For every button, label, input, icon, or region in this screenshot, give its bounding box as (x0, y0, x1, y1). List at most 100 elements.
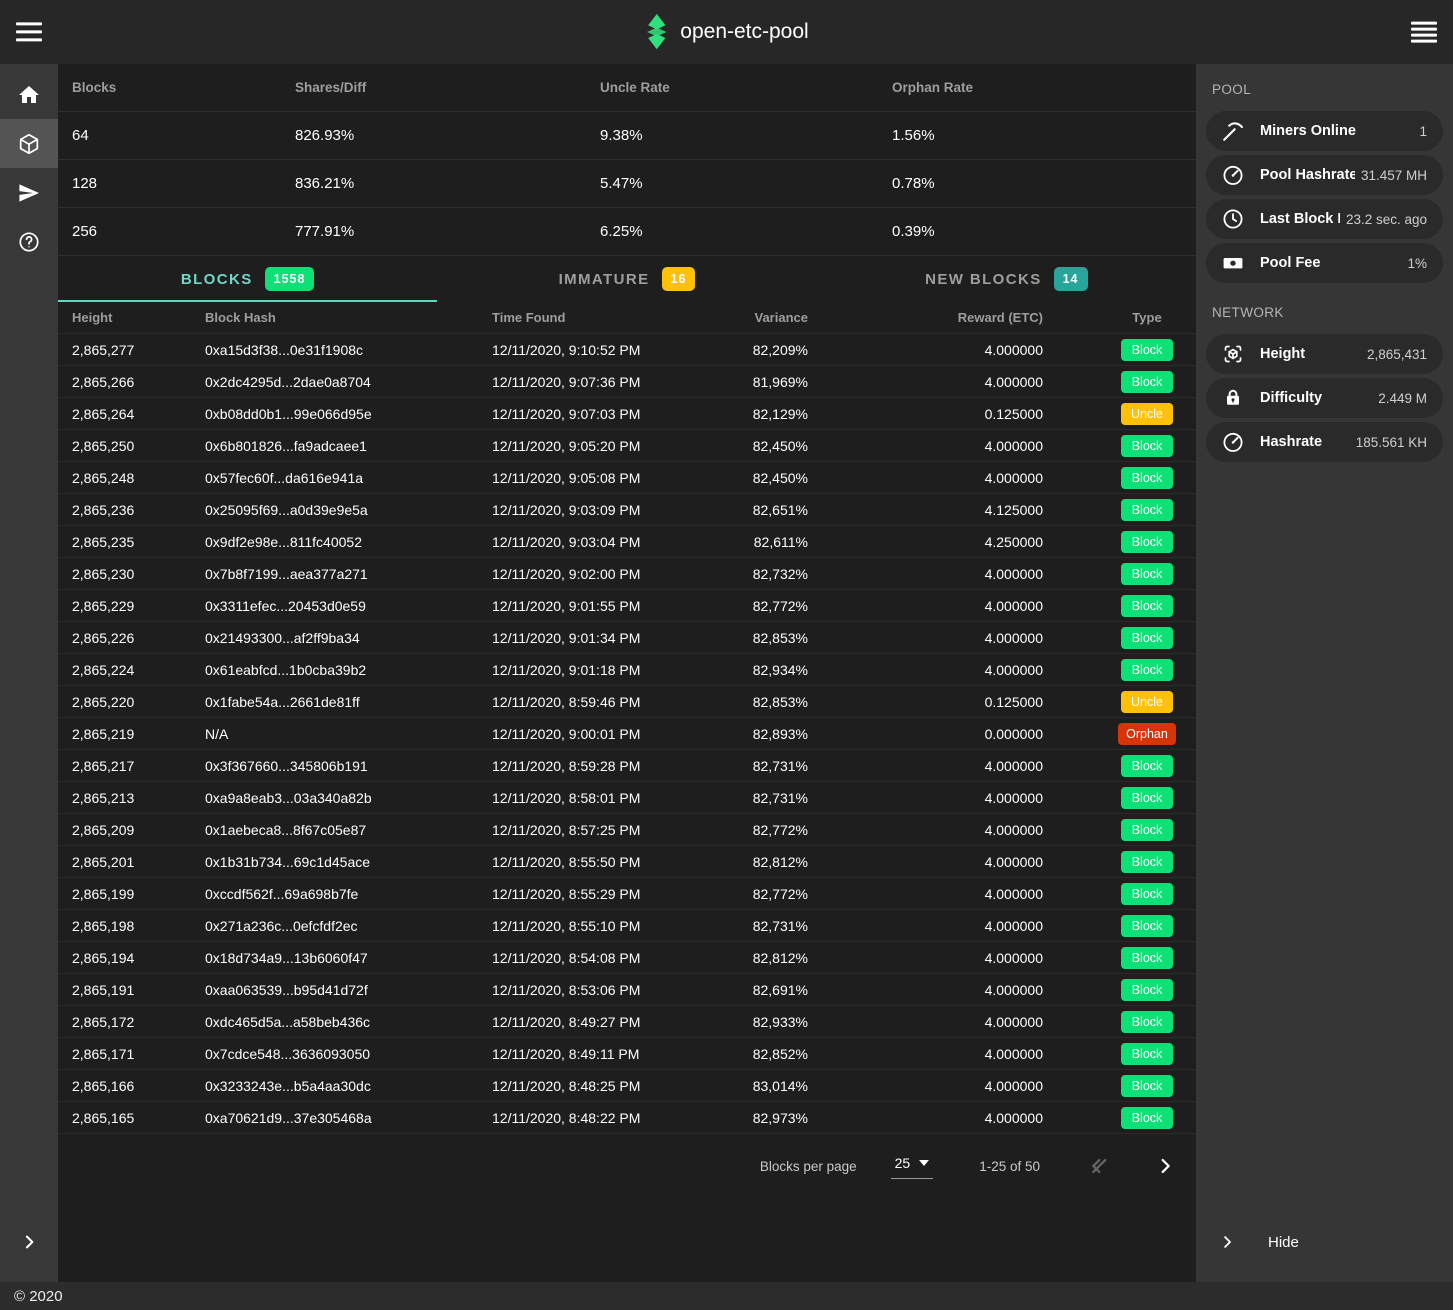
block-time: 12/11/2020, 8:48:22 PM (478, 1110, 718, 1126)
block-height: 2,865,171 (58, 1046, 191, 1062)
stats-cell: 256 (58, 223, 281, 240)
sidebar-item-help[interactable] (0, 217, 58, 266)
block-row: 2,865,1710x7cdce548...363609305012/11/20… (58, 1038, 1196, 1070)
block-hash-link[interactable]: 0x9df2e98e...811fc40052 (191, 534, 478, 550)
block-reward: 4.250000 (818, 534, 1098, 550)
block-row: 2,865,1660x3233243e...b5a4aa30dc12/11/20… (58, 1070, 1196, 1102)
block-row: 2,865,2170x3f367660...345806b19112/11/20… (58, 750, 1196, 782)
sidebar-item-cube[interactable] (0, 119, 58, 168)
cube-icon (17, 132, 41, 156)
block-hash-link[interactable]: 0xa70621d9...37e305468a (191, 1110, 478, 1126)
block-time: 12/11/2020, 9:00:01 PM (478, 726, 718, 742)
block-time: 12/11/2020, 9:01:34 PM (478, 630, 718, 646)
block-hash-link[interactable]: 0x7cdce548...3636093050 (191, 1046, 478, 1062)
block-row: 2,865,2360x25095f69...a0d39e9e5a12/11/20… (58, 494, 1196, 526)
block-row: 2,865,2200x1fabe54a...2661de81ff12/11/20… (58, 686, 1196, 718)
stats-row: 64826.93%9.38%1.56% (58, 112, 1196, 160)
block-height: 2,865,213 (58, 790, 191, 806)
block-row: 2,865,2500x6b801826...fa9adcaee112/11/20… (58, 430, 1196, 462)
block-row: 2,865,2130xa9a8eab3...03a340a82b12/11/20… (58, 782, 1196, 814)
main-content: BlocksShares/DiffUncle RateOrphan Rate 6… (58, 64, 1196, 1282)
prev-page-button[interactable] (1086, 1155, 1108, 1177)
block-row: 2,865,2300x7b8f7199...aea377a27112/11/20… (58, 558, 1196, 590)
etc-logo-icon (644, 12, 668, 52)
block-time: 12/11/2020, 9:07:36 PM (478, 374, 718, 390)
block-height: 2,865,224 (58, 662, 191, 678)
block-hash-link[interactable]: 0xaa063539...b95d41d72f (191, 982, 478, 998)
block-hash-link[interactable]: 0xb08dd0b1...99e066d95e (191, 406, 478, 422)
block-time: 12/11/2020, 8:53:06 PM (478, 982, 718, 998)
block-reward: 4.000000 (818, 982, 1098, 998)
block-hash-link: N/A (191, 726, 478, 742)
block-hash-link[interactable]: 0x271a236c...0efcfdf2ec (191, 918, 478, 934)
pickaxe-icon (1221, 119, 1245, 143)
block-hash-link[interactable]: 0x3233243e...b5a4aa30dc (191, 1078, 478, 1094)
block-row: 2,865,2290x3311efec...20453d0e5912/11/20… (58, 590, 1196, 622)
block-reward: 4.000000 (818, 758, 1098, 774)
block-hash-link[interactable]: 0x2dc4295d...2dae0a8704 (191, 374, 478, 390)
block-hash-link[interactable]: 0xdc465d5a...a58beb436c (191, 1014, 478, 1030)
stats-cell: 9.38% (586, 127, 878, 144)
stats-column-header: Orphan Rate (878, 80, 1196, 95)
block-reward: 4.000000 (818, 630, 1098, 646)
type-badge: Block (1121, 531, 1173, 553)
stats-cell: 836.21% (281, 175, 586, 192)
block-reward: 4.000000 (818, 790, 1098, 806)
block-hash-link[interactable]: 0x57fec60f...da616e941a (191, 470, 478, 486)
block-height: 2,865,277 (58, 342, 191, 358)
expand-nav-button[interactable] (0, 1218, 58, 1266)
right-menu-icon[interactable] (1411, 22, 1437, 43)
block-type-cell: Block (1098, 659, 1196, 681)
block-hash-link[interactable]: 0x7b8f7199...aea377a271 (191, 566, 478, 582)
tab-count-badge: 14 (1054, 267, 1088, 292)
clock-icon (1221, 207, 1245, 231)
block-hash-link[interactable]: 0xa15d3f38...0e31f1908c (191, 342, 478, 358)
block-reward: 4.000000 (818, 342, 1098, 358)
block-time: 12/11/2020, 8:49:27 PM (478, 1014, 718, 1030)
sidebar-item-send[interactable] (0, 168, 58, 217)
stats-column-header: Uncle Rate (586, 80, 878, 95)
block-time: 12/11/2020, 8:59:28 PM (478, 758, 718, 774)
block-reward: 4.000000 (818, 662, 1098, 678)
chevron-right-icon (1154, 1155, 1176, 1177)
block-variance: 82,209% (718, 342, 818, 358)
block-hash-link[interactable]: 0x61eabfcd...1b0cba39b2 (191, 662, 478, 678)
block-reward: 4.000000 (818, 566, 1098, 582)
next-page-button[interactable] (1154, 1155, 1176, 1177)
block-hash-link[interactable]: 0x1aebeca8...8f67c05e87 (191, 822, 478, 838)
block-hash-link[interactable]: 0x21493300...af2ff9ba34 (191, 630, 478, 646)
blocks-column-header: Time Found (478, 310, 718, 325)
block-hash-link[interactable]: 0x1b31b734...69c1d45ace (191, 854, 478, 870)
block-hash-link[interactable]: 0xa9a8eab3...03a340a82b (191, 790, 478, 806)
block-type-cell: Block (1098, 787, 1196, 809)
tab-immature[interactable]: IMMATURE16 (437, 256, 816, 302)
blocks-header-row: HeightBlock HashTime FoundVarianceReward… (58, 302, 1196, 334)
block-reward: 4.000000 (818, 918, 1098, 934)
per-page-select[interactable]: 25 (891, 1153, 934, 1179)
block-height: 2,865,235 (58, 534, 191, 550)
network-section-title: NETWORK (1196, 287, 1453, 330)
block-hash-link[interactable]: 0x1fabe54a...2661de81ff (191, 694, 478, 710)
copyright-text: © 2020 (14, 1288, 63, 1305)
stat-value: 1% (1401, 256, 1443, 271)
block-variance: 82,772% (718, 886, 818, 902)
block-time: 12/11/2020, 9:01:18 PM (478, 662, 718, 678)
tab-new-blocks[interactable]: NEW BLOCKS14 (817, 256, 1196, 302)
block-hash-link[interactable]: 0xccdf562f...69a698b7fe (191, 886, 478, 902)
pool-stats-table: BlocksShares/DiffUncle RateOrphan Rate 6… (58, 64, 1196, 256)
type-badge: Block (1121, 339, 1173, 361)
hide-sidebar-button[interactable]: Hide (1196, 1218, 1453, 1266)
menu-icon[interactable] (16, 22, 42, 41)
block-hash-link[interactable]: 0x25095f69...a0d39e9e5a (191, 502, 478, 518)
block-hash-link[interactable]: 0x18d734a9...13b6060f47 (191, 950, 478, 966)
block-hash-link[interactable]: 0x6b801826...fa9adcaee1 (191, 438, 478, 454)
tab-blocks[interactable]: BLOCKS1558 (58, 256, 437, 302)
block-hash-link[interactable]: 0x3f367660...345806b191 (191, 758, 478, 774)
block-height: 2,865,220 (58, 694, 191, 710)
block-row: 2,865,2770xa15d3f38...0e31f1908c12/11/20… (58, 334, 1196, 366)
stats-header-row: BlocksShares/DiffUncle RateOrphan Rate (58, 64, 1196, 112)
sidebar-item-home[interactable] (0, 70, 58, 119)
block-height: 2,865,201 (58, 854, 191, 870)
block-hash-link[interactable]: 0x3311efec...20453d0e59 (191, 598, 478, 614)
stat-value: 185.561 KH (1350, 435, 1443, 450)
